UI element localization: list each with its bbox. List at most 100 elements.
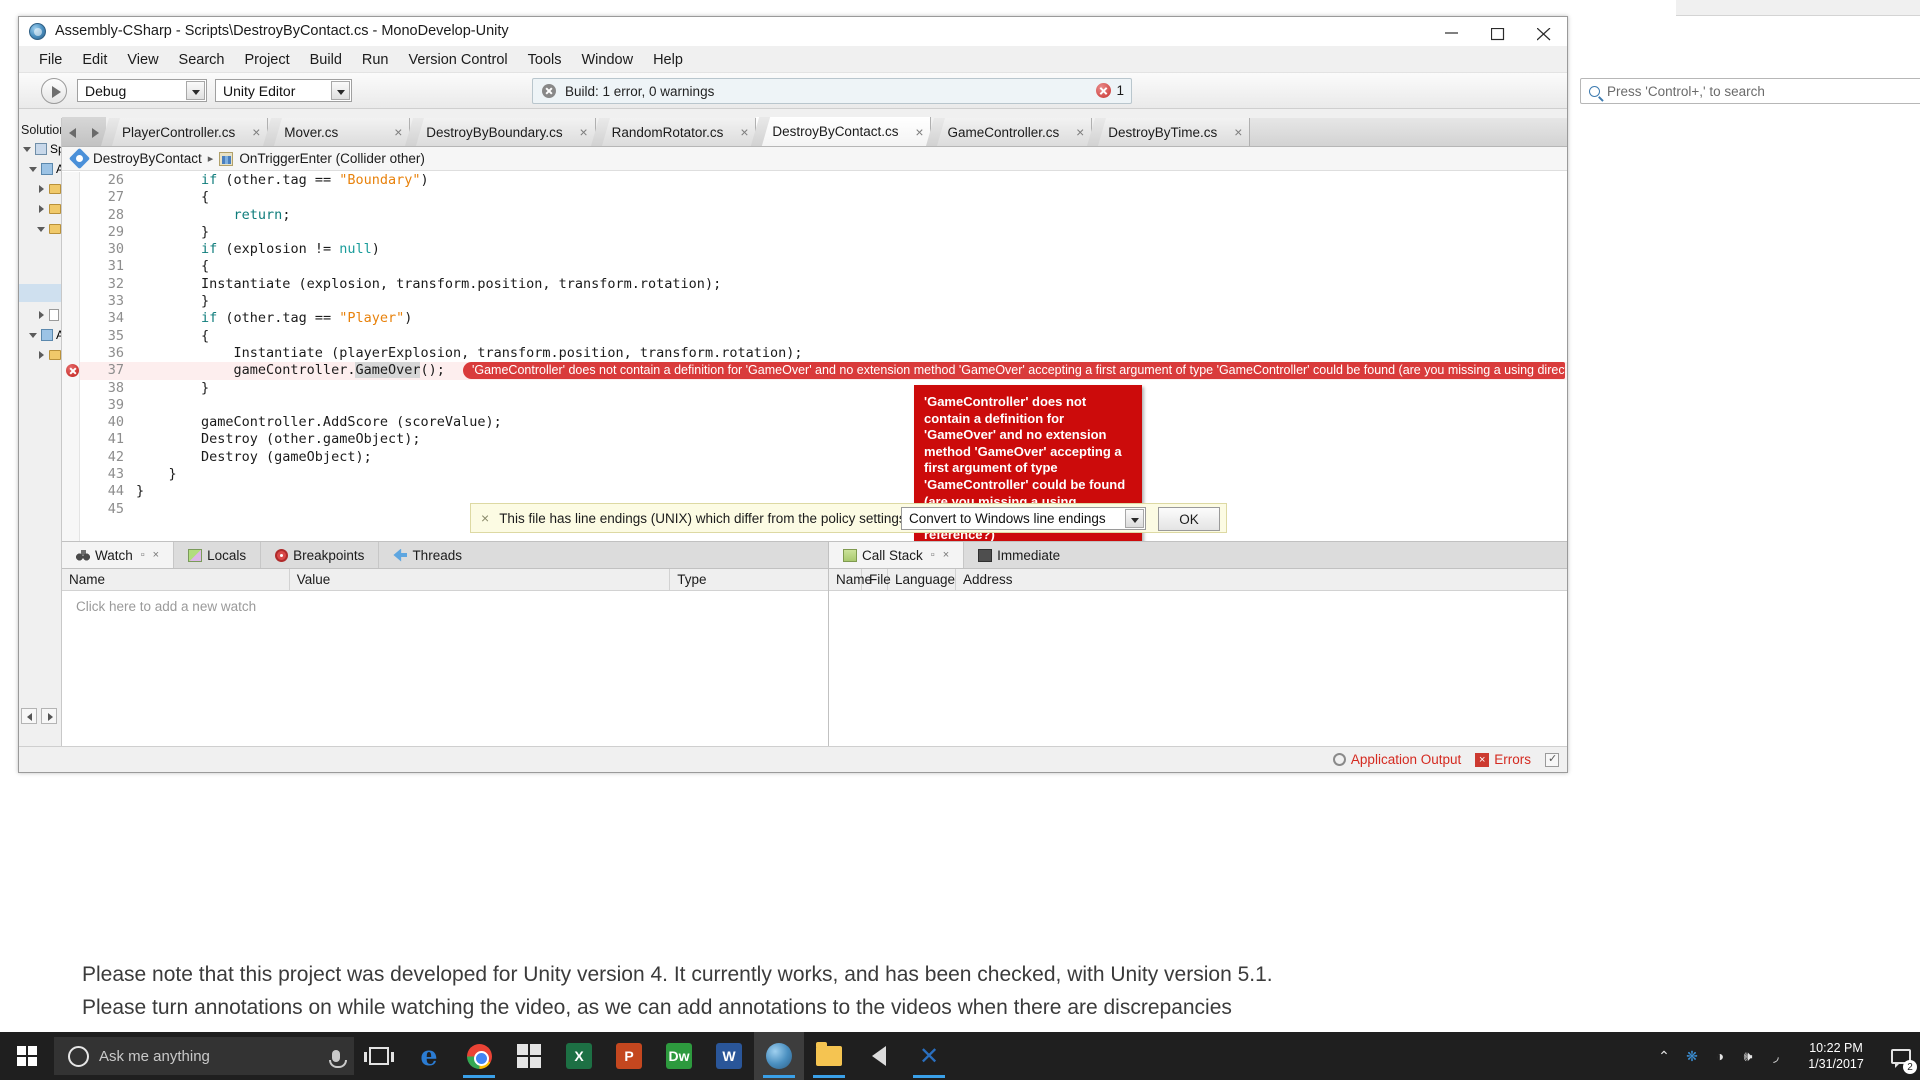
minimize-button[interactable] <box>1429 17 1475 47</box>
expander-icon[interactable] <box>37 310 46 320</box>
tab-playercontroller[interactable]: PlayerController.cs × <box>106 118 269 146</box>
code-line[interactable]: 41 Destroy (other.gameObject); <box>80 431 1567 448</box>
tab-randomrotator[interactable]: RandomRotator.cs × <box>595 118 757 146</box>
breadcrumb-member[interactable]: OnTriggerEnter (Collider other) <box>239 151 425 166</box>
code-line[interactable]: 26 if (other.tag == "Boundary") <box>80 172 1567 189</box>
run-button[interactable] <box>41 77 67 104</box>
expander-icon[interactable] <box>37 225 46 234</box>
menu-help[interactable]: Help <box>653 52 683 68</box>
tab-mover[interactable]: Mover.cs × <box>268 118 411 146</box>
wifi-icon[interactable]: ◞ <box>1762 1032 1790 1080</box>
line-endings-ok-button[interactable]: OK <box>1158 507 1220 531</box>
taskbar-app-file-explorer[interactable] <box>804 1032 854 1080</box>
taskbar-app-speaker[interactable] <box>854 1032 904 1080</box>
start-button[interactable] <box>0 1032 54 1080</box>
expander-icon[interactable] <box>37 184 46 194</box>
dropbox-icon[interactable]: ❋ <box>1678 1032 1706 1080</box>
code-line[interactable]: 27 { <box>80 189 1567 206</box>
menu-project[interactable]: Project <box>245 52 290 68</box>
taskbar-app-chrome[interactable] <box>454 1032 504 1080</box>
taskbar-app-edge[interactable]: e <box>404 1032 454 1080</box>
check-icon[interactable] <box>1545 752 1559 767</box>
tab-close-icon[interactable]: × <box>737 124 751 140</box>
pad-tab-watch[interactable]: Watch ▫ × <box>62 542 175 568</box>
expander-icon[interactable] <box>29 165 38 174</box>
application-output-button[interactable]: Application Output <box>1332 752 1461 767</box>
microphone-icon[interactable] <box>329 1050 347 1068</box>
taskbar-app-dreamweaver[interactable]: Dw <box>654 1032 704 1080</box>
pad-tab-breakpoints[interactable]: Breakpoints <box>261 542 380 568</box>
code-line[interactable]: 43 } <box>80 466 1567 483</box>
code-line[interactable]: 32 Instantiate (explosion, transform.pos… <box>80 276 1567 293</box>
code-line[interactable]: 33 } <box>80 293 1567 310</box>
column-header-address[interactable]: Address <box>956 569 1567 590</box>
code-line[interactable]: 31 { <box>80 258 1567 275</box>
close-button[interactable] <box>1521 17 1567 47</box>
tab-scroll-prev[interactable] <box>62 117 84 146</box>
code-line[interactable]: 36 Instantiate (playerExplosion, transfo… <box>80 345 1567 362</box>
taskbar-app-monodevelop[interactable] <box>754 1032 804 1080</box>
menu-version-control[interactable]: Version Control <box>409 52 508 68</box>
column-header-value[interactable]: Value <box>290 569 671 590</box>
scroll-right-button[interactable] <box>41 708 57 724</box>
code-line[interactable]: 30 if (explosion != null) <box>80 241 1567 258</box>
taskbar-app-powerpoint[interactable]: P <box>604 1032 654 1080</box>
menu-run[interactable]: Run <box>362 52 389 68</box>
code-line[interactable]: 34 if (other.tag == "Player") <box>80 310 1567 327</box>
tree-row[interactable]: A <box>19 159 64 179</box>
breadcrumb-class[interactable]: DestroyByContact <box>93 151 202 166</box>
tab-close-icon[interactable]: × <box>1073 124 1087 140</box>
expander-icon[interactable] <box>23 145 32 154</box>
pad-minimize-icon[interactable]: ▫ <box>931 549 935 561</box>
code-line[interactable]: 39 <box>80 397 1567 414</box>
volume-icon[interactable]: 🕪 <box>1734 1032 1762 1080</box>
pad-close-icon[interactable]: × <box>153 549 159 561</box>
taskbar-app-word[interactable]: W <box>704 1032 754 1080</box>
code-editor[interactable]: 26 if (other.tag == "Boundary") 27 {28 re… <box>62 172 1567 541</box>
errors-button[interactable]: × Errors <box>1475 752 1531 767</box>
tab-close-icon[interactable]: × <box>912 124 926 140</box>
code-line[interactable]: 28 return; <box>80 207 1567 224</box>
tree-row[interactable]: Sp <box>19 139 65 159</box>
build-error-summary[interactable]: 1 <box>1096 83 1124 98</box>
clock[interactable]: 10:22 PM 1/31/2017 <box>1790 1032 1882 1080</box>
menu-window[interactable]: Window <box>582 52 634 68</box>
taskbar-app-excel[interactable]: X <box>554 1032 604 1080</box>
expander-icon[interactable] <box>37 204 46 214</box>
menu-edit[interactable]: Edit <box>82 52 107 68</box>
scroll-left-button[interactable] <box>21 708 37 724</box>
tree-row[interactable]: A <box>19 325 64 345</box>
expander-icon[interactable] <box>29 331 38 340</box>
pad-tab-call-stack[interactable]: Call Stack ▫ × <box>829 542 965 568</box>
expander-icon[interactable] <box>37 350 46 360</box>
add-watch-hint[interactable]: Click here to add a new watch <box>62 591 828 614</box>
task-view-button[interactable] <box>354 1032 404 1080</box>
menu-build[interactable]: Build <box>310 52 342 68</box>
column-header-language[interactable]: Language <box>888 569 956 590</box>
inline-error-message[interactable]: 'GameController' does not contain a defi… <box>463 362 1565 380</box>
taskbar-app-store[interactable] <box>504 1032 554 1080</box>
code-line[interactable]: 29 } <box>80 224 1567 241</box>
menu-search[interactable]: Search <box>179 52 225 68</box>
code-line[interactable]: 35 { <box>80 328 1567 345</box>
menu-tools[interactable]: Tools <box>528 52 562 68</box>
menu-view[interactable]: View <box>127 52 158 68</box>
tree-row[interactable] <box>19 219 61 239</box>
build-status-panel[interactable]: Build: 1 error, 0 warnings 1 <box>532 78 1132 104</box>
tree-row[interactable] <box>19 199 61 219</box>
global-search-input[interactable]: Press 'Control+,' to search <box>1580 78 1920 104</box>
configuration-select[interactable]: Debug <box>77 79 207 102</box>
close-icon[interactable]: × <box>481 510 489 526</box>
pad-minimize-icon[interactable]: ▫ <box>141 549 145 561</box>
tab-destroybytime[interactable]: DestroyByTime.cs × <box>1092 118 1251 146</box>
pad-tab-immediate[interactable]: Immediate <box>964 542 1074 568</box>
taskbar-app-unity[interactable]: ✕ <box>904 1032 954 1080</box>
code-line[interactable]: 40 gameController.AddScore (scoreValue); <box>80 414 1567 431</box>
selected-tree-row[interactable] <box>19 284 61 302</box>
code-line[interactable]: 38 } <box>80 380 1567 397</box>
action-center-button[interactable]: 2 <box>1882 1032 1920 1080</box>
tab-destroybycontact[interactable]: DestroyByContact.cs × <box>756 117 932 146</box>
column-header-name[interactable]: Name <box>829 569 872 590</box>
pad-tab-threads[interactable]: Threads <box>379 542 476 568</box>
code-line[interactable]: 42 Destroy (gameObject); <box>80 449 1567 466</box>
